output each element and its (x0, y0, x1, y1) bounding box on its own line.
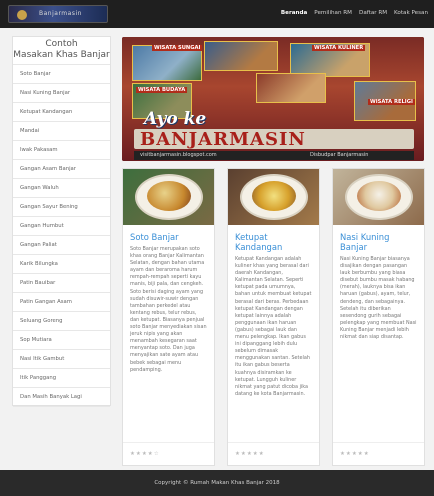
sidebar-item-mandai[interactable]: Mandai (13, 122, 110, 141)
card-divider (228, 442, 319, 443)
sidebar-item-gangan-sayur-bening[interactable]: Gangan Sayur Bening (13, 198, 110, 217)
card-image-ketupat-kandangan[interactable] (228, 169, 319, 225)
sidebar-item-sop-mutiara[interactable]: Sop Mutiara (13, 331, 110, 350)
food-shape (357, 181, 401, 211)
sidebar-title-line2: Masakan Khas Banjar (13, 50, 110, 60)
sidebar-menu: Soto Banjar Nasi Kuning Banjar Ketupat K… (13, 64, 110, 407)
card-rating: ★★★★★ (340, 451, 370, 457)
card-rating: ★★★★★ (235, 451, 265, 457)
card-image-soto-banjar[interactable] (123, 169, 214, 225)
card-divider (123, 442, 214, 443)
sidebar: Contoh Masakan Khas Banjar Soto Banjar N… (12, 36, 111, 407)
nav-link-daftar-rm[interactable]: Daftar RM (359, 10, 387, 16)
banner-headline-big: BANJARMASIN (140, 129, 306, 150)
top-navbar: Banjarmasin Beranda Pemilihan RM Daftar … (0, 0, 434, 28)
sidebar-item-iwak-pakasam[interactable]: Iwak Pakasam (13, 141, 110, 160)
banner-social-right: Disbudpar Banjarmasin (310, 152, 369, 158)
sidebar-item-gangan-paliat[interactable]: Gangan Paliat (13, 236, 110, 255)
sidebar-item-nasi-kuning-banjar[interactable]: Nasi Kuning Banjar (13, 84, 110, 103)
hero-banner: WISATA SUNGAI WISATA KULINER WISATA BUDA… (122, 37, 424, 161)
banner-headline-small: Ayo ke (144, 109, 207, 129)
banner-label-wisata-kuliner: WISATA KULINER (312, 45, 366, 51)
sidebar-item-gangan-humbut[interactable]: Gangan Humbut (13, 217, 110, 236)
nav-link-beranda[interactable]: Beranda (281, 10, 307, 16)
sidebar-item-ketupat-kandangan[interactable]: Ketupat Kandangan (13, 103, 110, 122)
banner-label-wisata-sungai: WISATA SUNGAI (152, 45, 203, 51)
sidebar-item-soto-banjar[interactable]: Soto Banjar (13, 65, 110, 84)
main-nav: Beranda Pemilihan RM Daftar RM Kotak Pes… (281, 10, 428, 16)
nav-link-kotak-pesan[interactable]: Kotak Pesan (394, 10, 428, 16)
food-shape (252, 181, 296, 211)
sidebar-title-line1: Contoh (45, 39, 78, 49)
banner-label-wisata-budaya: WISATA BUDAYA (136, 87, 188, 93)
food-shape (147, 181, 191, 211)
sidebar-item-seluang-goreng[interactable]: Seluang Goreng (13, 312, 110, 331)
banner-social-left: visitbanjarmasin.blogspot.com (140, 152, 217, 158)
card-description: Nasi Kuning Banjar biasanya disajikan de… (340, 256, 417, 341)
sidebar-item-gangan-asam-banjar[interactable]: Gangan Asam Banjar (13, 160, 110, 179)
sidebar-item-nasi-itik-gambut[interactable]: Nasi Itik Gambut (13, 350, 110, 369)
card-title[interactable]: Ketupat Kandangan (228, 225, 319, 252)
food-card-soto-banjar: Soto Banjar Soto Banjar merupakan soto k… (122, 168, 215, 466)
card-rating: ★★★★☆ (130, 451, 160, 457)
banner-label-wisata-religi: WISATA RELIGI (368, 99, 415, 105)
logo-emblem-icon (17, 10, 27, 20)
banner-photo-city (204, 41, 278, 71)
sidebar-item-dan-masih-banyak-lagi[interactable]: Dan Masih Banyak Lagi (13, 388, 110, 407)
card-description: Soto Banjar merupakan soto khas orang Ba… (130, 246, 207, 373)
sidebar-item-gangan-waluh[interactable]: Gangan Waluh (13, 179, 110, 198)
banner-photo-landmark (256, 73, 326, 103)
food-card-ketupat-kandangan: Ketupat Kandangan Ketupat Kandangan adal… (227, 168, 320, 466)
site-logo[interactable]: Banjarmasin (8, 5, 108, 23)
sidebar-item-karik-bilungka[interactable]: Karik Bilungka (13, 255, 110, 274)
logo-text: Banjarmasin (39, 10, 82, 17)
sidebar-title: Contoh Masakan Khas Banjar (13, 37, 110, 64)
sidebar-item-patin-bauibar[interactable]: Patin Bauibar (13, 274, 110, 293)
sidebar-item-itik-panggang[interactable]: Itik Panggang (13, 369, 110, 388)
card-title[interactable]: Soto Banjar (123, 225, 214, 242)
nav-link-pemilihan-rm[interactable]: Pemilihan RM (314, 10, 352, 16)
card-divider (333, 442, 424, 443)
card-title[interactable]: Nasi Kuning Banjar (333, 225, 424, 252)
footer-copyright: Copyright © Rumah Makan Khas Banjar 2018 (154, 480, 280, 486)
food-card-nasi-kuning-banjar: Nasi Kuning Banjar Nasi Kuning Banjar bi… (332, 168, 425, 466)
footer: Copyright © Rumah Makan Khas Banjar 2018 (0, 470, 434, 496)
card-image-nasi-kuning-banjar[interactable] (333, 169, 424, 225)
card-description: Ketupat Kandangan adalah kuliner khas ya… (235, 256, 312, 397)
sidebar-item-patin-gangan-asam[interactable]: Patin Gangan Asam (13, 293, 110, 312)
banner-social-strip: visitbanjarmasin.blogspot.com Disbudpar … (134, 151, 414, 160)
